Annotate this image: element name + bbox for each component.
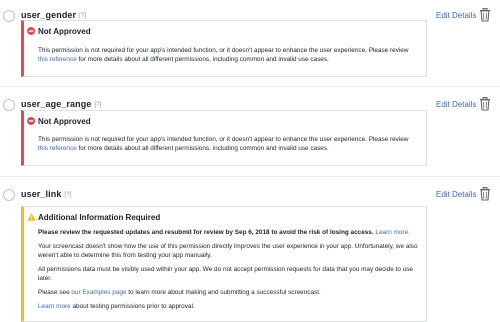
data-usage-note: All permissions data must be visibly use… xyxy=(38,266,413,282)
error-circle-icon xyxy=(27,27,35,35)
testing-note: Learn more about testing permissions pri… xyxy=(38,303,195,310)
trash-icon[interactable] xyxy=(479,97,491,111)
help-link[interactable]: [?] xyxy=(64,192,71,198)
edit-details-link[interactable]: Edit Details xyxy=(436,190,476,199)
trash-icon[interactable] xyxy=(479,187,491,201)
resubmit-notice: Please review the requested updates and … xyxy=(38,229,410,236)
status-title: Additional Information Required xyxy=(38,213,161,222)
permission-name: user_gender [?] xyxy=(21,10,87,20)
status-box: Additional Information Required Please r… xyxy=(21,206,427,322)
trash-icon[interactable] xyxy=(479,8,491,22)
warning-triangle-icon xyxy=(27,213,36,221)
examples-note: Please see our Examples page to learn mo… xyxy=(38,289,321,296)
divider xyxy=(0,176,500,177)
permission-name: user_link [?] xyxy=(21,189,72,199)
edit-details-link[interactable]: Edit Details xyxy=(436,11,476,20)
status-title: Not Approved xyxy=(38,117,91,126)
learn-more-link[interactable]: Learn more. xyxy=(375,229,409,236)
select-radio[interactable] xyxy=(3,10,15,22)
edit-details-link[interactable]: Edit Details xyxy=(436,100,476,109)
select-radio[interactable] xyxy=(3,99,15,111)
reference-link[interactable]: reference xyxy=(50,56,77,63)
status-box: Not Approved This permission is not requ… xyxy=(21,20,427,77)
status-description: This permission is not required for your… xyxy=(38,47,409,63)
help-link[interactable]: [?] xyxy=(94,102,101,108)
divider xyxy=(0,86,500,87)
error-circle-icon xyxy=(27,117,35,125)
status-box: Not Approved This permission is not requ… xyxy=(21,110,427,166)
this-link[interactable]: this xyxy=(38,56,48,63)
learn-more-testing-link[interactable]: Learn more xyxy=(38,303,71,310)
this-link[interactable]: this xyxy=(38,145,48,152)
examples-page-link[interactable]: our Examples page xyxy=(71,289,126,296)
screencast-feedback: Your screencast doesn't show how the use… xyxy=(38,243,418,259)
reference-link[interactable]: reference xyxy=(50,145,77,152)
permission-header: user_link [?] Edit Details xyxy=(0,183,500,203)
status-title: Not Approved xyxy=(38,27,91,36)
status-description: This permission is not required for your… xyxy=(38,136,409,152)
permission-name: user_age_range [?] xyxy=(21,99,102,109)
select-radio[interactable] xyxy=(3,189,15,201)
help-link[interactable]: [?] xyxy=(79,13,86,19)
